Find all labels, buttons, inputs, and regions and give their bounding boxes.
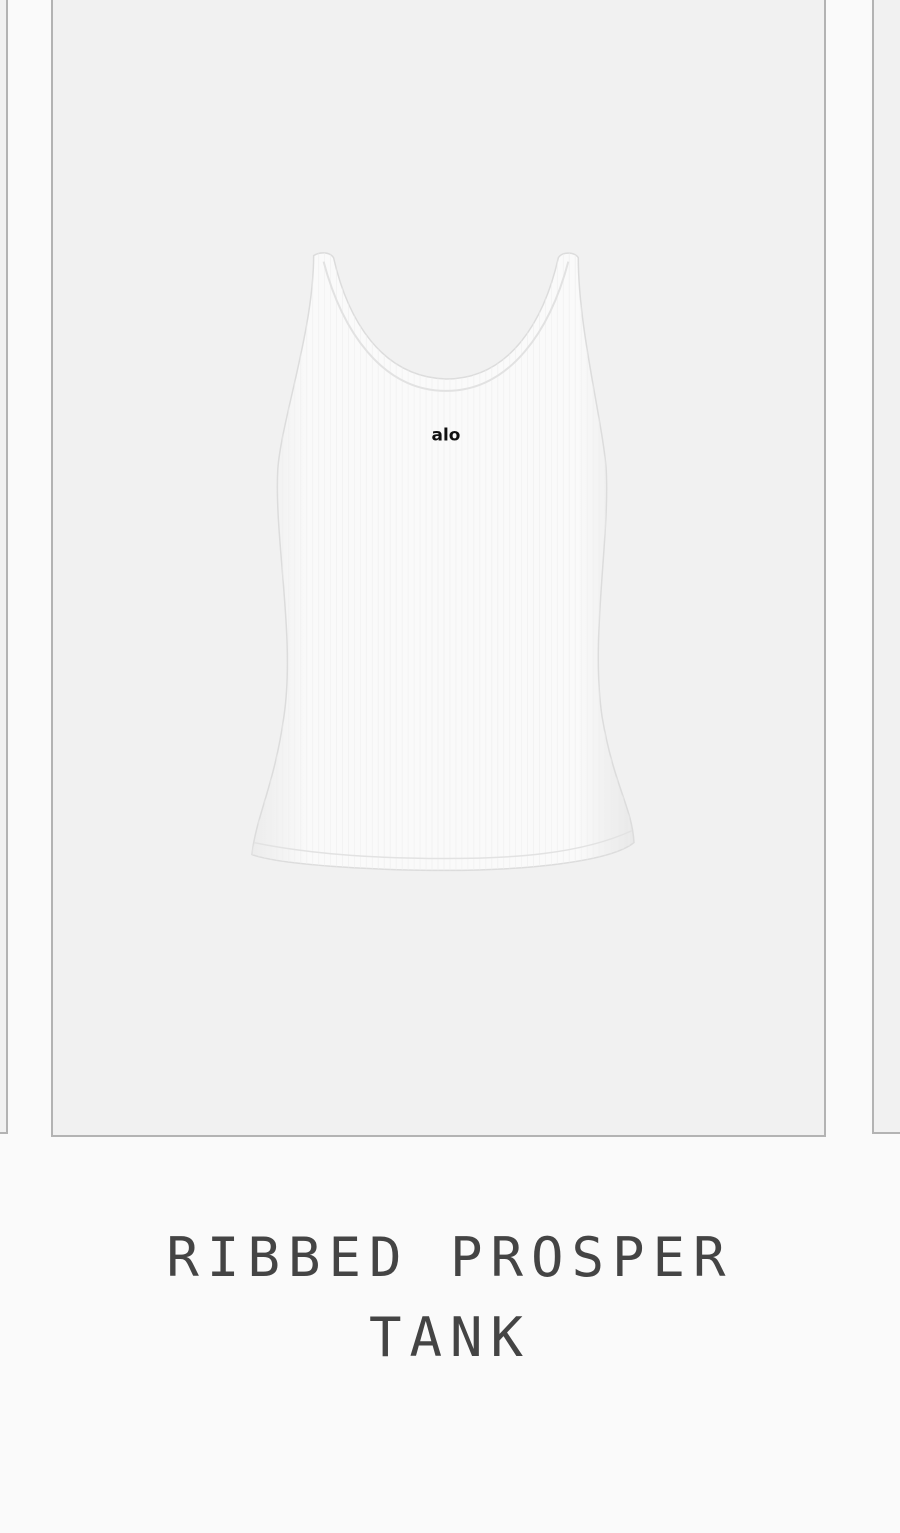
brand-logo: alo — [432, 425, 461, 445]
product-card[interactable]: alo — [51, 0, 826, 1137]
product-title[interactable]: RIBBED PROSPER TANK — [0, 1218, 900, 1378]
next-product-card[interactable] — [872, 0, 900, 1134]
product-carousel-page: alo RIBBED PROSPER TANK — [0, 0, 900, 1533]
previous-product-card[interactable] — [0, 0, 8, 1134]
product-title-line-2[interactable]: TANK — [0, 1298, 900, 1378]
tank-top-illustration: alo — [251, 252, 635, 872]
product-title-line-1[interactable]: RIBBED PROSPER — [0, 1218, 900, 1298]
product-image[interactable]: alo — [53, 0, 824, 1135]
